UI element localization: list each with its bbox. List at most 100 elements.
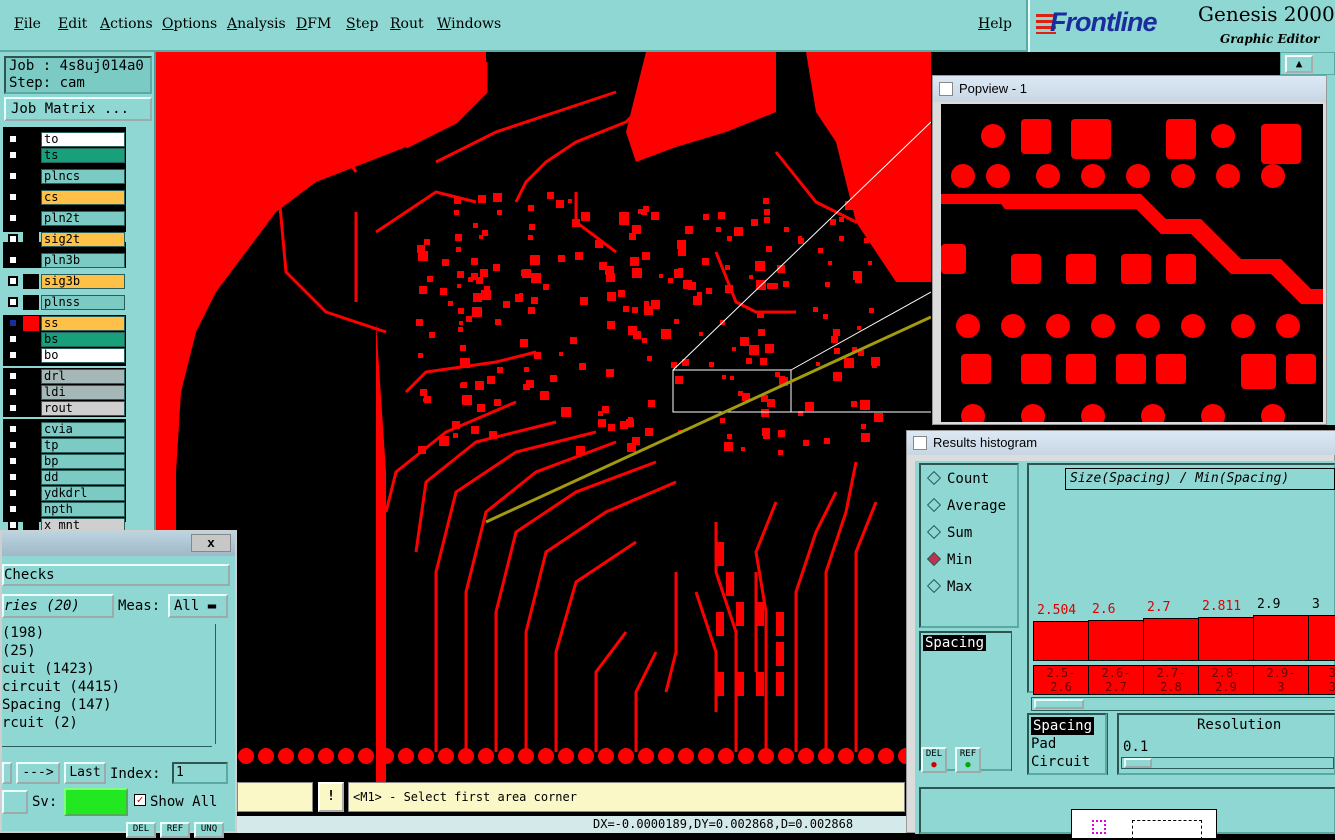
layer-row-rout[interactable]: rout	[5, 401, 125, 416]
layer-name[interactable]: ss	[41, 316, 125, 331]
layer-name[interactable]: plncs	[41, 169, 125, 184]
layer-color-swatch[interactable]	[23, 148, 39, 163]
layer-color-swatch[interactable]	[23, 348, 39, 363]
histogram-bar[interactable]	[1198, 617, 1254, 661]
layer-row-plnss[interactable]: plnss	[5, 295, 125, 310]
scroll-thumb[interactable]	[1034, 699, 1084, 709]
layer-name[interactable]: plnss	[41, 295, 125, 310]
layer-name[interactable]: bs	[41, 332, 125, 347]
layer-color-swatch[interactable]	[23, 369, 39, 384]
layer-name[interactable]: pln2t	[41, 211, 125, 226]
menu-edit[interactable]: Edit	[58, 16, 87, 32]
layer-color-swatch[interactable]	[23, 274, 39, 289]
layer-color-swatch[interactable]	[23, 316, 39, 331]
layer-row-bs[interactable]: bs	[5, 332, 125, 347]
home-icon[interactable]: ▲	[1285, 55, 1313, 73]
layer-row-plncs[interactable]: plncs	[5, 169, 125, 184]
list-item[interactable]: rcuit (2)	[2, 714, 215, 732]
layer-row-cs[interactable]: cs	[5, 190, 125, 205]
layer-row-ss[interactable]: ss	[5, 316, 125, 331]
show-all-checkbox[interactable]: ✓	[134, 794, 146, 806]
layer-color-swatch[interactable]	[23, 190, 39, 205]
layer-checkbox[interactable]	[8, 213, 18, 223]
close-button[interactable]: x	[191, 534, 231, 552]
next-button[interactable]: --->	[16, 762, 60, 784]
histogram-bar[interactable]	[1088, 620, 1144, 661]
meas-select[interactable]: All ▬	[168, 594, 228, 618]
layer-name[interactable]: drl	[41, 369, 125, 384]
layer-name[interactable]: tp	[41, 438, 125, 453]
layer-row-drl[interactable]: drl	[5, 369, 125, 384]
job-matrix-button[interactable]: Job Matrix ...	[4, 97, 152, 121]
layer-checkbox[interactable]	[8, 318, 18, 328]
index-input[interactable]: 1	[172, 762, 228, 784]
layer-row-pln2t[interactable]: pln2t	[5, 211, 125, 226]
layer-checkbox[interactable]	[8, 440, 18, 450]
layer-name[interactable]: ydkdrl	[41, 486, 125, 501]
layer-checkbox[interactable]	[8, 424, 18, 434]
h-scrollbar[interactable]	[2, 746, 212, 758]
result-type-spacing[interactable]: Spacing	[923, 635, 987, 651]
category-spacing[interactable]: Spacing	[1031, 717, 1095, 735]
mode-count[interactable]: Count	[926, 470, 989, 487]
list-scrollbar[interactable]	[1011, 631, 1023, 771]
layer-row-ydkdrl[interactable]: ydkdrl	[5, 486, 125, 501]
layer-color-swatch[interactable]	[23, 385, 39, 400]
alert-icon[interactable]: !	[318, 782, 344, 812]
layer-row-pln3b[interactable]: pln3b	[5, 253, 125, 268]
layer-name[interactable]: sig2t	[41, 232, 125, 247]
ref-button[interactable]: REF ●	[955, 747, 981, 773]
layer-checkbox[interactable]	[8, 192, 18, 202]
list-item[interactable]: (25)	[2, 642, 215, 660]
mode-max[interactable]: Max	[926, 578, 972, 595]
layer-color-swatch[interactable]	[23, 454, 39, 469]
layer-checkbox[interactable]	[8, 504, 18, 514]
category-pad[interactable]: Pad	[1031, 735, 1103, 753]
layer-name[interactable]: bp	[41, 454, 125, 469]
layer-checkbox[interactable]	[8, 472, 18, 482]
layer-color-swatch[interactable]	[23, 438, 39, 453]
checks-titlebar[interactable]: x	[2, 532, 235, 556]
radio-icon[interactable]	[926, 524, 942, 540]
layer-color-swatch[interactable]	[23, 332, 39, 347]
layer-name[interactable]: ldi	[41, 385, 125, 400]
layer-color-swatch[interactable]	[23, 422, 39, 437]
list-item[interactable]: circuit (4415)	[2, 678, 215, 696]
layer-checkbox[interactable]	[8, 520, 18, 530]
histogram-titlebar[interactable]: Results histogram	[907, 431, 1335, 455]
prev-button[interactable]	[2, 762, 12, 784]
chart-scrollbar[interactable]	[1031, 697, 1335, 711]
layer-name[interactable]: bo	[41, 348, 125, 363]
layer-color-swatch[interactable]	[23, 211, 39, 226]
layer-name[interactable]: to	[41, 132, 125, 147]
graphic-canvas[interactable]	[156, 52, 931, 782]
category-list[interactable]: Spacing Pad Circuit	[1027, 713, 1107, 775]
layer-color-swatch[interactable]	[23, 295, 39, 310]
menu-file[interactable]: File	[14, 16, 41, 32]
layer-row-cvia[interactable]: cvia	[5, 422, 125, 437]
menu-windows[interactable]: Windows	[437, 16, 501, 32]
layer-checkbox[interactable]	[8, 334, 18, 344]
menu-options[interactable]: Options	[162, 16, 217, 32]
layer-row-npth[interactable]: npth	[5, 502, 125, 517]
layer-color-swatch[interactable]	[23, 502, 39, 517]
histogram-bar[interactable]	[1253, 615, 1309, 661]
layer-checkbox[interactable]	[8, 456, 18, 466]
menu-help[interactable]: Help	[978, 16, 1012, 32]
del-button[interactable]: DEL	[126, 822, 156, 838]
layer-row-ts[interactable]: ts	[5, 148, 125, 163]
layer-name[interactable]: rout	[41, 401, 125, 416]
popview-titlebar[interactable]: Popview - 1	[933, 76, 1326, 102]
layer-color-swatch[interactable]	[23, 232, 39, 247]
resolution-slider[interactable]	[1121, 757, 1334, 769]
radio-icon[interactable]	[926, 578, 942, 594]
list-item[interactable]: (198)	[2, 624, 215, 642]
layer-checkbox[interactable]	[8, 171, 18, 181]
layer-checkbox[interactable]	[8, 150, 18, 160]
layer-row-sig2t[interactable]: sig2t	[5, 232, 125, 247]
list-item[interactable]: cuit (1423)	[2, 660, 215, 678]
histogram-bar[interactable]	[1143, 618, 1199, 661]
layer-name[interactable]: ts	[41, 148, 125, 163]
layer-checkbox[interactable]	[8, 255, 18, 265]
layer-checkbox[interactable]	[8, 371, 18, 381]
